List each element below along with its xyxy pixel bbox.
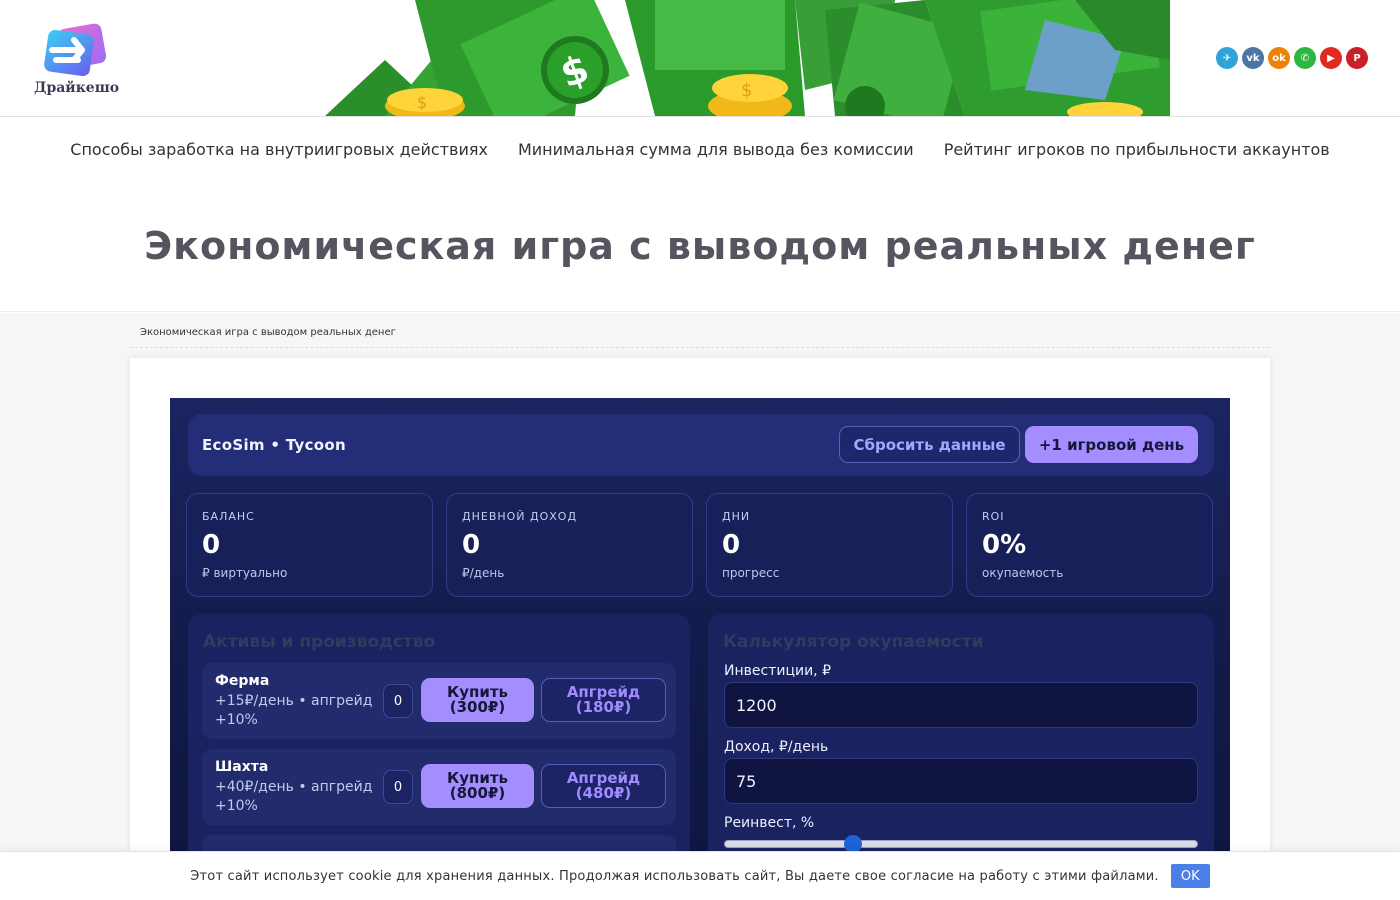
- logo-text: Драйкешо: [34, 80, 120, 96]
- stat-value: 0: [462, 530, 481, 560]
- breadcrumb[interactable]: Экономическая игра с выводом реальных де…: [140, 327, 396, 338]
- site-header: Драйкешо $ $ $ ✈ vk ok ✆ ▶ P: [0, 0, 1400, 117]
- game-app: EcoSim • Tycoon Сбросить данные +1 игров…: [170, 398, 1230, 868]
- stat-sub: ₽/день: [462, 566, 505, 580]
- stat-sub: окупаемость: [982, 566, 1064, 580]
- income-input[interactable]: 75: [724, 758, 1198, 804]
- stat-card-balance: БАЛАНС 0 ₽ виртуально: [186, 493, 433, 597]
- roi-calculator-panel: Калькулятор окупаемости Инвестиции, ₽ 12…: [708, 614, 1214, 868]
- assets-panel: Активы и производство Ферма +15₽/день • …: [188, 614, 690, 868]
- vk-icon[interactable]: vk: [1242, 47, 1264, 69]
- stat-label: ROI: [982, 510, 1005, 523]
- stat-sub: прогресс: [722, 566, 780, 580]
- app-topbar: EcoSim • Tycoon Сбросить данные +1 игров…: [188, 414, 1214, 476]
- logo-icon: [44, 23, 107, 77]
- stat-label: ДНИ: [722, 510, 751, 523]
- asset-description: +15₽/день • апгрейд +10%: [215, 693, 373, 728]
- stat-card-roi: ROI 0% окупаемость: [966, 493, 1213, 597]
- stat-card-days: ДНИ 0 прогресс: [706, 493, 953, 597]
- odnoklassniki-icon[interactable]: ok: [1268, 47, 1290, 69]
- upgrade-farm-button[interactable]: Апгрейд (180₽): [541, 678, 666, 722]
- svg-text:$: $: [741, 80, 752, 101]
- reinvest-label: Реинвест, %: [724, 815, 815, 831]
- nav-item-earning-methods[interactable]: Способы заработка на внутриигровых дейст…: [70, 140, 488, 159]
- buy-mine-button[interactable]: Купить (800₽): [421, 764, 534, 808]
- breadcrumb-divider: [130, 347, 1270, 348]
- cookie-banner: Этот сайт использует cookie для хранения…: [0, 851, 1400, 900]
- app-brand: EcoSim • Tycoon: [202, 436, 346, 454]
- asset-count: 0: [383, 770, 413, 804]
- stat-value: 0: [722, 530, 741, 560]
- svg-text:$: $: [417, 93, 427, 112]
- asset-row-mine: Шахта +40₽/день • апгрейд +10% 0 Купить …: [202, 749, 676, 825]
- nav-item-player-rating[interactable]: Рейтинг игроков по прибыльности аккаунто…: [944, 140, 1330, 159]
- income-label: Доход, ₽/день: [724, 739, 829, 755]
- buy-farm-button[interactable]: Купить (300₽): [421, 678, 534, 722]
- asset-description: +40₽/день • апгрейд +10%: [215, 779, 373, 814]
- telegram-icon[interactable]: ✈: [1216, 47, 1238, 69]
- reset-data-button[interactable]: Сбросить данные: [839, 426, 1020, 463]
- main-nav: Способы заработка на внутриигровых дейст…: [0, 118, 1400, 180]
- asset-row-farm: Ферма +15₽/день • апгрейд +10% 0 Купить …: [202, 663, 676, 739]
- cookie-text: Этот сайт использует cookie для хранения…: [190, 868, 1159, 884]
- stat-sub: ₽ виртуально: [202, 566, 288, 580]
- page-title: Экономическая игра с выводом реальных де…: [144, 223, 1256, 268]
- title-section: Экономическая игра с выводом реальных де…: [0, 180, 1400, 312]
- stat-value: 0%: [982, 530, 1027, 560]
- asset-name: Шахта: [215, 759, 269, 775]
- social-links: ✈ vk ok ✆ ▶ P: [1216, 47, 1368, 69]
- asset-name: Ферма: [215, 673, 270, 689]
- pinterest-icon[interactable]: P: [1346, 47, 1368, 69]
- reinvest-slider[interactable]: [724, 835, 1198, 853]
- cookie-ok-button[interactable]: OK: [1170, 864, 1210, 888]
- assets-panel-title: Активы и производство: [203, 632, 436, 652]
- stat-label: БАЛАНС: [202, 510, 255, 523]
- asset-count: 0: [383, 684, 413, 718]
- stat-value: 0: [202, 530, 221, 560]
- money-banner-image: $ $ $: [325, 0, 1170, 116]
- investment-label: Инвестиции, ₽: [724, 663, 831, 679]
- next-day-button[interactable]: +1 игровой день: [1025, 426, 1198, 463]
- calculator-title: Калькулятор окупаемости: [723, 632, 984, 652]
- stat-card-daily-income: ДНЕВНОЙ ДОХОД 0 ₽/день: [446, 493, 693, 597]
- site-logo[interactable]: Драйкешо: [34, 18, 120, 100]
- stat-label: ДНЕВНОЙ ДОХОД: [462, 510, 578, 523]
- investment-input[interactable]: 1200: [724, 682, 1198, 728]
- youtube-icon[interactable]: ▶: [1320, 47, 1342, 69]
- nav-item-min-withdrawal[interactable]: Минимальная сумма для вывода без комисси…: [518, 140, 914, 159]
- whatsapp-icon[interactable]: ✆: [1294, 47, 1316, 69]
- upgrade-mine-button[interactable]: Апгрейд (480₽): [541, 764, 666, 808]
